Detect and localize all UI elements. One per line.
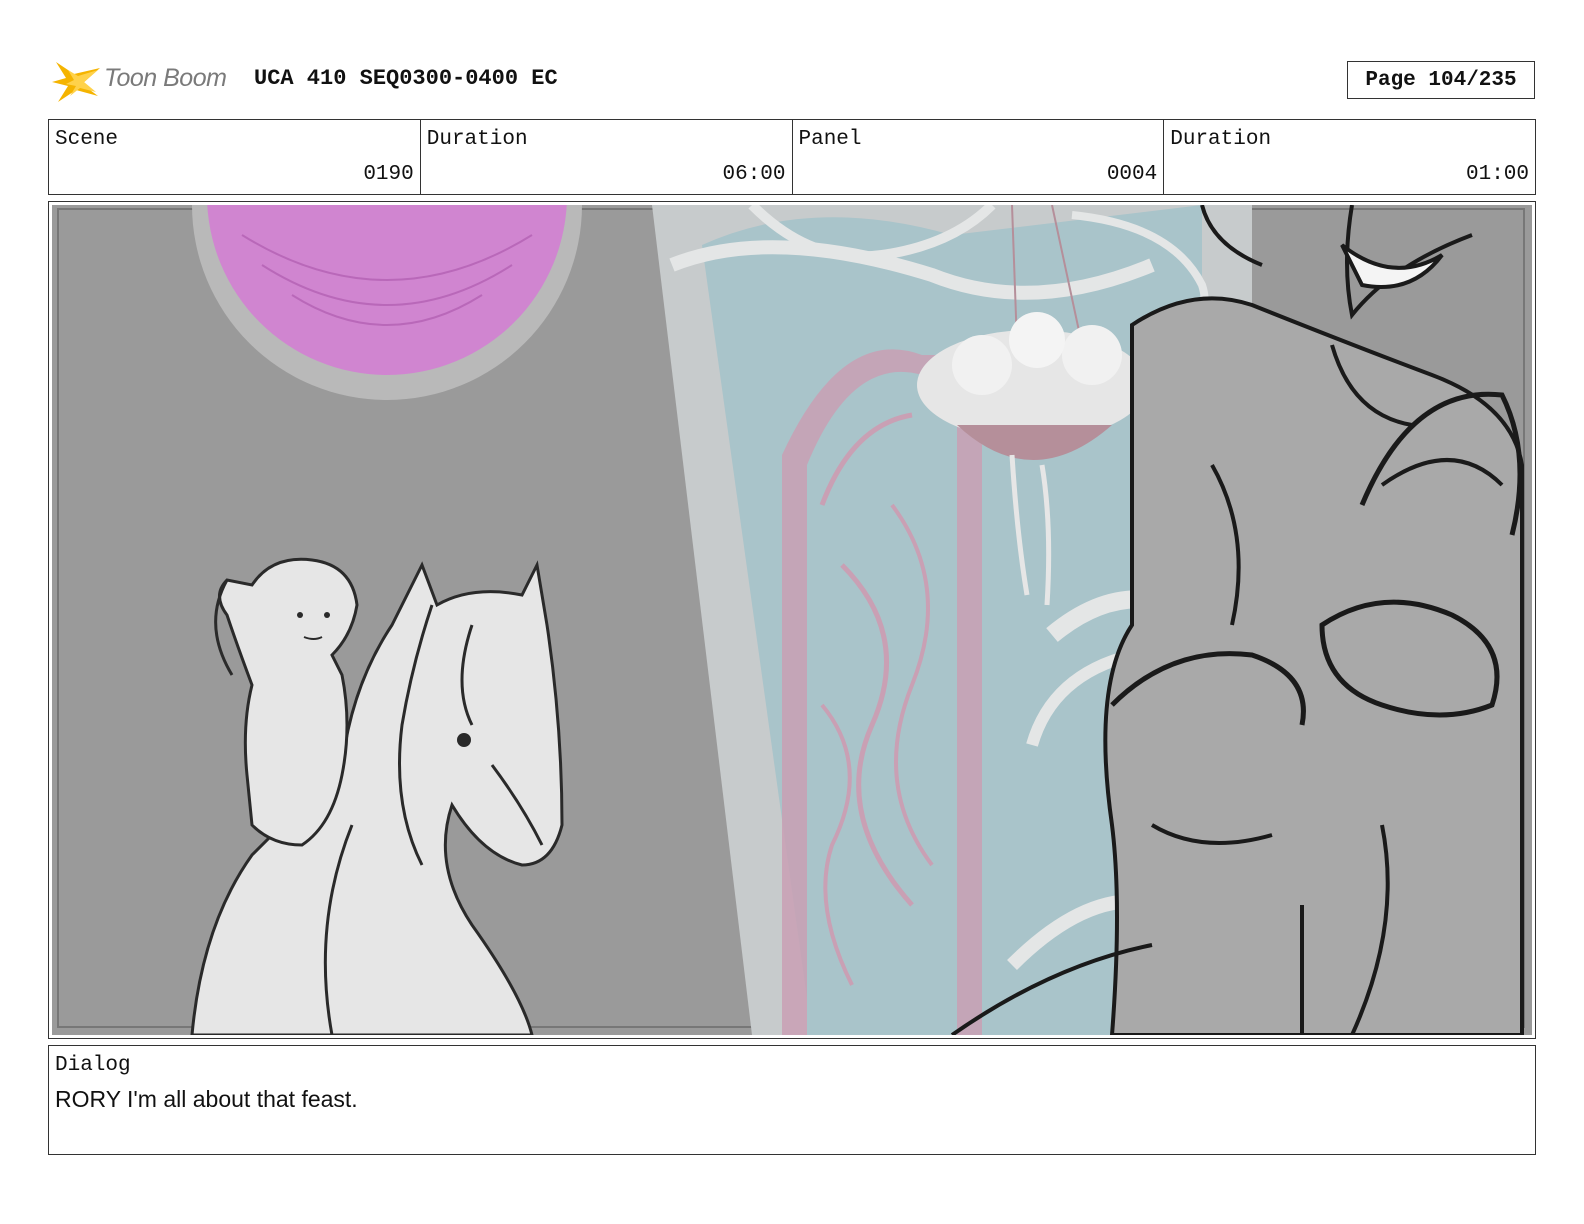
- dialog-text: RORY I'm all about that feast.: [55, 1086, 358, 1112]
- dialog-label: Dialog: [55, 1054, 131, 1077]
- document-title: UCA 410 SEQ0300-0400 EC: [254, 66, 558, 91]
- toon-boom-logo: Toon Boom: [52, 56, 242, 106]
- storyboard-panel-image: [52, 205, 1532, 1035]
- page-indicator: Page 104/235: [1347, 61, 1535, 99]
- scene-value: 0190: [363, 163, 414, 186]
- scene-duration-cell: Duration 06:00: [421, 120, 793, 194]
- panel-label: Panel: [798, 128, 862, 151]
- panel-cell: Panel 0004: [793, 120, 1165, 194]
- panel-duration-label: Duration: [1170, 128, 1272, 151]
- panel-duration-cell: Duration 01:00: [1164, 120, 1535, 194]
- panel-value: 0004: [1106, 163, 1158, 186]
- dialog-box: Dialog RORY I'm all about that feast.: [48, 1045, 1536, 1155]
- info-table: Scene 0190 Duration 06:00 Panel 0004 Dur…: [48, 119, 1536, 195]
- panel-duration-value: 01:00: [1465, 163, 1529, 186]
- scene-cell: Scene 0190: [49, 120, 421, 194]
- panel-drawing: [52, 205, 1532, 1035]
- scene-duration-value: 06:00: [722, 163, 786, 186]
- storyboard-panel-frame: [48, 201, 1536, 1039]
- scene-duration-label: Duration: [426, 128, 528, 151]
- scene-label: Scene: [55, 128, 119, 151]
- logo-text: Toon Boom: [104, 64, 227, 92]
- toon-boom-star-icon: [52, 62, 100, 102]
